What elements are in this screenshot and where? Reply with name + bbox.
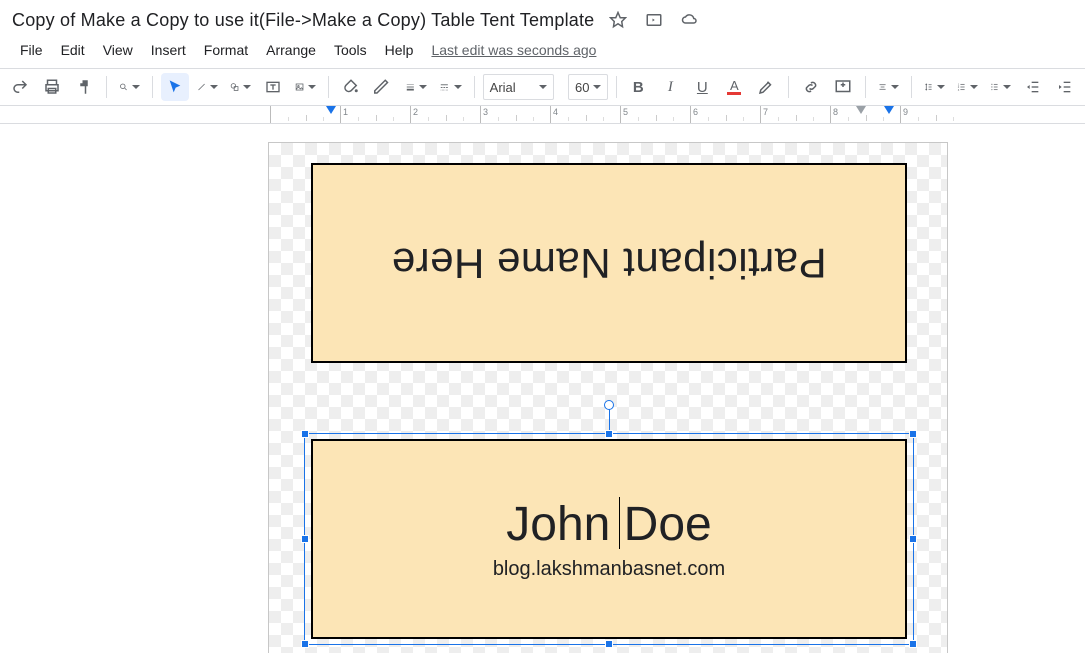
menu-bar: File Edit View Insert Format Arrange Too… [0, 36, 1085, 69]
rotate-handle[interactable] [604, 400, 614, 410]
drawing-canvas[interactable]: Participant Name Here John Doe blog.laks… [0, 124, 1085, 653]
separator [911, 76, 912, 98]
font-size-selector[interactable]: 60 [568, 74, 608, 100]
print-icon[interactable] [38, 73, 66, 101]
separator [616, 76, 617, 98]
decrease-indent-icon[interactable] [1019, 73, 1047, 101]
font-family-value: Arial [490, 80, 516, 95]
top-card-text: Participant Name Here [391, 239, 826, 287]
border-color-icon[interactable] [369, 73, 397, 101]
resize-handle-sw[interactable] [301, 640, 309, 648]
increase-indent-icon[interactable] [1051, 73, 1079, 101]
resize-handle-ne[interactable] [909, 430, 917, 438]
resize-handle-e[interactable] [909, 535, 917, 543]
separator [788, 76, 789, 98]
separator [106, 76, 107, 98]
font-family-selector[interactable]: Arial [483, 74, 554, 100]
insert-comment-icon[interactable] [829, 73, 857, 101]
menu-insert[interactable]: Insert [143, 38, 194, 62]
fill-color-icon[interactable] [337, 73, 365, 101]
resize-handle-n[interactable] [605, 430, 613, 438]
menu-view[interactable]: View [95, 38, 141, 62]
font-size-value: 60 [575, 80, 589, 95]
border-dash-icon[interactable] [435, 73, 466, 101]
horizontal-ruler[interactable]: 1 2 3 4 5 6 7 8 9 [0, 106, 1085, 124]
numbered-list-icon[interactable]: 123 [953, 73, 982, 101]
image-tool-icon[interactable] [291, 73, 320, 101]
separator [865, 76, 866, 98]
ruler-tick: 1 [343, 107, 348, 117]
bottom-card-subtitle: blog.lakshmanbasnet.com [493, 558, 725, 581]
ruler-tick: 9 [903, 107, 908, 117]
highlight-color-icon[interactable] [752, 73, 780, 101]
textbox-tool-icon[interactable] [259, 73, 287, 101]
ruler-tick: 8 [833, 107, 838, 117]
rotate-stem [609, 406, 610, 430]
resize-handle-nw[interactable] [301, 430, 309, 438]
toolbar: Arial 60 B I U A 123 [0, 69, 1085, 106]
menu-file[interactable]: File [12, 38, 51, 62]
border-weight-icon[interactable] [401, 73, 432, 101]
indent-marker-right[interactable] [884, 106, 894, 114]
italic-icon[interactable]: I [656, 73, 684, 101]
resize-handle-se[interactable] [909, 640, 917, 648]
indent-marker-left[interactable] [326, 106, 336, 114]
menu-tools[interactable]: Tools [326, 38, 375, 62]
menu-arrange[interactable]: Arrange [258, 38, 324, 62]
title-bar: Copy of Make a Copy to use it(File->Make… [0, 0, 1085, 36]
bottom-name-card[interactable]: John Doe blog.lakshmanbasnet.com [311, 439, 907, 639]
menu-help[interactable]: Help [377, 38, 422, 62]
text-color-icon[interactable]: A [720, 73, 748, 101]
resize-handle-w[interactable] [301, 535, 309, 543]
bulleted-list-icon[interactable] [986, 73, 1015, 101]
last-edit-link[interactable]: Last edit was seconds ago [431, 42, 596, 58]
redo-icon[interactable] [6, 73, 34, 101]
line-spacing-icon[interactable] [920, 73, 949, 101]
top-name-card[interactable]: Participant Name Here [311, 163, 907, 363]
ruler-tick: 7 [763, 107, 768, 117]
bold-icon[interactable]: B [624, 73, 652, 101]
ruler-tick: 4 [553, 107, 558, 117]
document-title[interactable]: Copy of Make a Copy to use it(File->Make… [12, 10, 594, 31]
resize-handle-s[interactable] [605, 640, 613, 648]
cloud-status-icon[interactable] [676, 6, 704, 34]
bottom-card-name: John Doe [506, 498, 711, 551]
menu-edit[interactable]: Edit [53, 38, 93, 62]
ruler-tick: 5 [623, 107, 628, 117]
zoom-dropdown[interactable] [115, 73, 144, 101]
ruler-tick: 2 [413, 107, 418, 117]
underline-icon[interactable]: U [688, 73, 716, 101]
ruler-tick: 3 [483, 107, 488, 117]
move-icon[interactable] [640, 6, 668, 34]
separator [328, 76, 329, 98]
line-tool-icon[interactable] [193, 73, 222, 101]
menu-format[interactable]: Format [196, 38, 256, 62]
title-actions [604, 6, 704, 34]
paint-format-icon[interactable] [70, 73, 98, 101]
text-caret [619, 497, 620, 549]
star-icon[interactable] [604, 6, 632, 34]
separator [474, 76, 475, 98]
page[interactable]: Participant Name Here John Doe blog.laks… [268, 142, 948, 653]
indent-marker-grey[interactable] [856, 106, 866, 114]
select-tool-icon[interactable] [161, 73, 189, 101]
shape-tool-icon[interactable] [226, 73, 255, 101]
insert-link-icon[interactable] [797, 73, 825, 101]
ruler-tick: 6 [693, 107, 698, 117]
align-dropdown[interactable] [874, 73, 903, 101]
separator [152, 76, 153, 98]
